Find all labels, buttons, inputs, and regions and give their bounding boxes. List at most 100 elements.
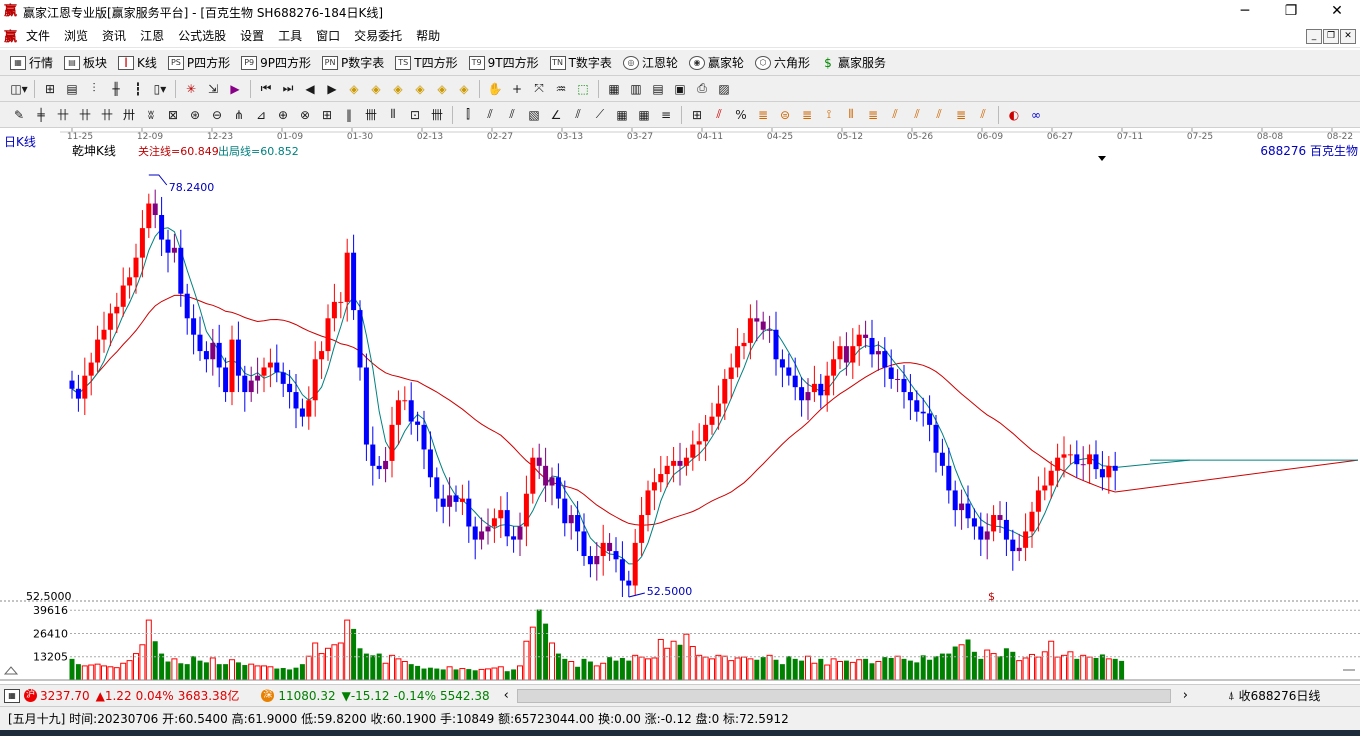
tool-6-icon[interactable]: ⊠ bbox=[163, 105, 183, 125]
tool-38-icon[interactable]: ⫽ bbox=[907, 105, 927, 125]
scroll-right-arrow-icon[interactable]: › bbox=[1183, 688, 1188, 703]
save-icon[interactable]: ▣ bbox=[670, 79, 690, 99]
last-page-icon[interactable]: ⏭ bbox=[278, 79, 298, 99]
nav-t-numbers[interactable]: TN T数字表 bbox=[549, 54, 612, 71]
layout-dropdown-icon[interactable]: ◫▾ bbox=[9, 79, 29, 99]
scroll-left-icon[interactable]: ‹ bbox=[504, 688, 509, 703]
export-icon[interactable]: ▨ bbox=[714, 79, 734, 99]
tool-22-icon[interactable]: ▧ bbox=[524, 105, 544, 125]
flag-icon[interactable]: ▶ bbox=[225, 79, 245, 99]
diamond-4-icon[interactable]: ◈ bbox=[410, 79, 430, 99]
table-icon[interactable]: ▥ bbox=[626, 79, 646, 99]
menu-help[interactable]: 帮助 bbox=[409, 27, 447, 44]
select-icon[interactable]: ⬚ bbox=[573, 79, 593, 99]
minimize-button[interactable]: ─ bbox=[1222, 0, 1268, 24]
dropdown-marker-icon[interactable] bbox=[1098, 156, 1106, 161]
tool-40-icon[interactable]: ≣ bbox=[951, 105, 971, 125]
menu-browse[interactable]: 浏览 bbox=[57, 27, 95, 44]
tool-19-icon[interactable]: ⫿ bbox=[458, 105, 478, 125]
zoom-icon[interactable]: ⊞ bbox=[40, 79, 60, 99]
tool-29-icon[interactable]: ⊞ bbox=[687, 105, 707, 125]
scroll-up-icon[interactable] bbox=[3, 666, 19, 675]
tool-10-icon[interactable]: ⊿ bbox=[251, 105, 271, 125]
tool-13-icon[interactable]: ⊞ bbox=[317, 105, 337, 125]
nav-9p-square[interactable]: P9 9P四方形 bbox=[241, 54, 311, 71]
nav-p-numbers[interactable]: PN P数字表 bbox=[322, 54, 384, 71]
tool-3-icon[interactable]: 卄 bbox=[97, 105, 117, 125]
tool-26-icon[interactable]: ▦ bbox=[612, 105, 632, 125]
infinity-icon[interactable]: ∞ bbox=[1026, 105, 1046, 125]
tool-32-icon[interactable]: ⊜ bbox=[775, 105, 795, 125]
crosshair-icon[interactable]: + bbox=[507, 79, 527, 99]
diamond-1-icon[interactable]: ◈ bbox=[344, 79, 364, 99]
kline-chart[interactable]: 11-25 12-09 12-23 01-09 01-30 02-13 02-27 03-13… bbox=[0, 128, 1360, 684]
menu-gann[interactable]: 江恩 bbox=[133, 27, 171, 44]
diamond-5-icon[interactable]: ◈ bbox=[432, 79, 452, 99]
mdi-minimize-button[interactable]: _ bbox=[1306, 29, 1322, 44]
tool-27-icon[interactable]: ▦ bbox=[634, 105, 654, 125]
nav-winner-service[interactable]: $ 赢家服务 bbox=[821, 54, 886, 71]
tool-14-icon[interactable]: ‖ bbox=[339, 105, 359, 125]
pencil-icon[interactable]: ✎ bbox=[9, 105, 29, 125]
app-menu-icon[interactable]: 赢 bbox=[4, 26, 17, 45]
tool-37-icon[interactable]: ⫽ bbox=[885, 105, 905, 125]
tool-41-icon[interactable]: ⫽ bbox=[973, 105, 993, 125]
tool-7-icon[interactable]: ⊛ bbox=[185, 105, 205, 125]
tool-5-icon[interactable]: ʬ bbox=[141, 105, 161, 125]
list-icon[interactable]: ▤ bbox=[648, 79, 668, 99]
tool-33-icon[interactable]: ≣ bbox=[797, 105, 817, 125]
mdi-restore-button[interactable]: ❐ bbox=[1323, 29, 1339, 44]
nav-quotes[interactable]: ▦ 行情 bbox=[10, 54, 53, 71]
menu-tools[interactable]: 工具 bbox=[271, 27, 309, 44]
diamond-2-icon[interactable]: ◈ bbox=[366, 79, 386, 99]
tool-20-icon[interactable]: ⫽ bbox=[480, 105, 500, 125]
color-wheel-icon[interactable]: ◐ bbox=[1004, 105, 1024, 125]
nav-9t-square[interactable]: T9 9T四方形 bbox=[468, 54, 539, 71]
kline-chart-panel[interactable]: 11-25 12-09 12-23 01-09 01-30 02-13 02-27 03-13… bbox=[0, 128, 1360, 684]
calendar-icon[interactable]: ▦ bbox=[604, 79, 624, 99]
tool-4-icon[interactable]: 卅 bbox=[119, 105, 139, 125]
document-icon[interactable]: ▤ bbox=[62, 79, 82, 99]
candle-type-icon[interactable]: ╫ bbox=[106, 79, 126, 99]
menu-window[interactable]: 窗口 bbox=[309, 27, 347, 44]
tool-8-icon[interactable]: ⊖ bbox=[207, 105, 227, 125]
gann-icon[interactable]: ♒ bbox=[551, 79, 571, 99]
diamond-3-icon[interactable]: ◈ bbox=[388, 79, 408, 99]
nav-hexagon[interactable]: ⬡ 六角形 bbox=[754, 54, 810, 71]
grid-small-icon[interactable]: ▦ bbox=[4, 688, 20, 703]
bar-type-icon[interactable]: ┇ bbox=[128, 79, 148, 99]
tool-1-icon[interactable]: 卄 bbox=[53, 105, 73, 125]
tool-15-icon[interactable]: 卌 bbox=[361, 105, 381, 125]
tool-23-icon[interactable]: ∠ bbox=[546, 105, 566, 125]
tool-11-icon[interactable]: ⊕ bbox=[273, 105, 293, 125]
print-icon[interactable]: ⎙ bbox=[692, 79, 712, 99]
nav-p-square[interactable]: PS P四方形 bbox=[167, 54, 230, 71]
tool-16-icon[interactable]: ⫴ bbox=[383, 105, 403, 125]
expand-icon[interactable]: ⇲ bbox=[203, 79, 223, 99]
tool-28-icon[interactable]: ≡ bbox=[656, 105, 676, 125]
line-draw-icon[interactable]: ╪ bbox=[31, 105, 51, 125]
tool-9-icon[interactable]: ⋔ bbox=[229, 105, 249, 125]
nav-gann-wheel[interactable]: ◎ 江恩轮 bbox=[622, 54, 678, 71]
tool-34-icon[interactable]: ⟟ bbox=[819, 105, 839, 125]
tool-24-icon[interactable]: ⫽ bbox=[568, 105, 588, 125]
fit-icon[interactable]: ⤧ bbox=[529, 79, 549, 99]
nav-kline[interactable]: ┃ K线 bbox=[118, 54, 157, 71]
cross-icon[interactable]: ✳ bbox=[181, 79, 201, 99]
menu-info[interactable]: 资讯 bbox=[95, 27, 133, 44]
horizontal-scrollbar[interactable] bbox=[516, 688, 1171, 703]
menu-trade[interactable]: 交易委托 bbox=[347, 27, 409, 44]
tool-18-icon[interactable]: 卌 bbox=[427, 105, 447, 125]
nav-winner-wheel[interactable]: ◉ 赢家轮 bbox=[688, 54, 744, 71]
nav-sectors[interactable]: ▤ 板块 bbox=[64, 54, 107, 71]
tool-35-icon[interactable]: ⫴ bbox=[841, 105, 861, 125]
tool-31-icon[interactable]: ≣ bbox=[753, 105, 773, 125]
menu-file[interactable]: 文件 bbox=[19, 27, 57, 44]
mdi-close-button[interactable]: ✕ bbox=[1340, 29, 1356, 44]
tool-39-icon[interactable]: ⫽ bbox=[929, 105, 949, 125]
close-button[interactable]: ✕ bbox=[1314, 0, 1360, 24]
next-icon[interactable]: ▶ bbox=[322, 79, 342, 99]
nav-t-square[interactable]: TS T四方形 bbox=[395, 54, 458, 71]
line-type-dropdown-icon[interactable]: ▯▾ bbox=[150, 79, 170, 99]
first-page-icon[interactable]: ⏮ bbox=[256, 79, 276, 99]
